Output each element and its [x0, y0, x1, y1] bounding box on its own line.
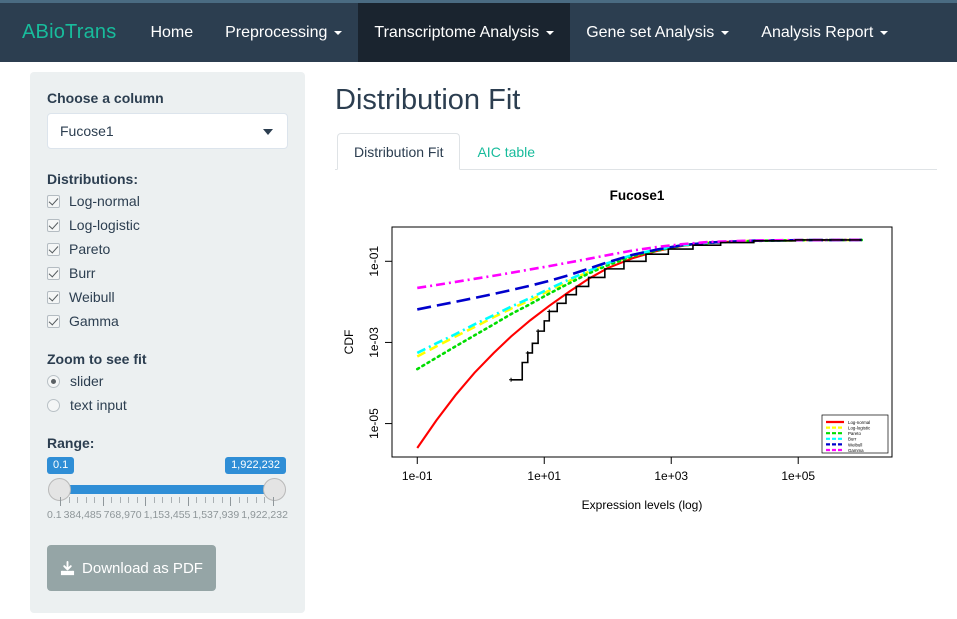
checkbox-log-logistic[interactable]: Log-logistic [47, 217, 288, 233]
chevron-down-icon [334, 30, 343, 35]
svg-text:Pareto: Pareto [848, 431, 861, 436]
checkbox-pareto[interactable]: Pareto [47, 241, 288, 257]
slider-scale-labels: 0.1 384,485 768,970 1,153,455 1,537,939 … [47, 509, 288, 521]
main-content: Distribution Fit Distribution Fit AIC ta… [305, 72, 957, 613]
nav-label: Transcriptome Analysis [374, 23, 540, 41]
scale-tick: 384,485 [63, 509, 102, 521]
download-as-pdf-button[interactable]: Download as PDF [47, 545, 216, 591]
distribution-fit-chart: Fucose1 1e-01 1e+01 1e+03 1e+05 1e-01 1e-03 1e… [337, 182, 937, 562]
checkbox-label: Log-normal [69, 193, 140, 209]
nav-label: Home [150, 23, 194, 41]
radio-slider[interactable]: slider [47, 373, 288, 389]
tab-bar: Distribution Fit AIC table [335, 133, 937, 170]
checkbox-label: Weibull [69, 289, 115, 305]
checkbox-icon [47, 266, 60, 280]
nav-label: Analysis Report [761, 23, 874, 41]
checkbox-label: Burr [69, 265, 96, 281]
range-slider[interactable]: 0.1 1,922,232 0.1 384,485 768,970 1,153,… [47, 457, 288, 531]
page-body: Choose a column Fucose1 Distributions: L… [0, 62, 957, 613]
chevron-down-icon [546, 30, 555, 35]
scale-tick: 768,970 [103, 509, 142, 521]
svg-text:Log-logistic: Log-logistic [848, 426, 871, 431]
nav-label: Gene set Analysis [586, 23, 715, 41]
sidebar-panel: Choose a column Fucose1 Distributions: L… [30, 72, 305, 613]
radio-label: text input [70, 397, 127, 413]
checkbox-icon [47, 218, 60, 232]
svg-text:1e+01: 1e+01 [527, 469, 561, 483]
svg-text:Gamma: Gamma [848, 448, 864, 453]
chevron-down-icon [721, 30, 730, 35]
scale-tick: 0.1 [47, 509, 62, 521]
nav-item-home[interactable]: Home [134, 3, 209, 62]
slider-track[interactable] [60, 485, 274, 494]
svg-text:Log-normal: Log-normal [848, 420, 870, 425]
svg-text:1e+05: 1e+05 [781, 469, 815, 483]
svg-text:Expression levels (log): Expression levels (log) [582, 498, 703, 512]
radio-selected-icon [47, 374, 60, 388]
nav-item-transcriptome-analysis[interactable]: Transcriptome Analysis [358, 3, 571, 62]
download-button-label: Download as PDF [82, 559, 203, 577]
checkbox-label: Gamma [69, 313, 119, 329]
svg-text:1e-01: 1e-01 [402, 469, 433, 483]
checkbox-gamma[interactable]: Gamma [47, 313, 288, 329]
checkbox-weibull[interactable]: Weibull [47, 289, 288, 305]
scale-tick: 1,153,455 [143, 509, 191, 521]
radio-text-input[interactable]: text input [47, 397, 288, 413]
checkbox-icon [47, 194, 60, 208]
chevron-down-icon [880, 30, 889, 35]
main-navbar: ABioTrans Home Preprocessing Transcripto… [0, 0, 957, 62]
zoom-to-see-fit-label: Zoom to see fit [47, 351, 147, 367]
checkbox-icon [47, 242, 60, 256]
tab-aic-table[interactable]: AIC table [460, 133, 552, 170]
tab-label: AIC table [477, 144, 536, 160]
download-icon [60, 560, 75, 575]
nav-item-analysis-report[interactable]: Analysis Report [745, 3, 904, 62]
checkbox-burr[interactable]: Burr [47, 265, 288, 281]
scale-tick: 1,922,232 [241, 509, 288, 521]
column-select-value: Fucose1 [60, 123, 114, 139]
svg-text:1e+03: 1e+03 [654, 469, 688, 483]
checkbox-icon [47, 314, 60, 328]
checkbox-log-normal[interactable]: Log-normal [47, 193, 288, 209]
column-select[interactable]: Fucose1 [47, 113, 288, 149]
svg-text:1e-01: 1e-01 [367, 246, 381, 277]
radio-label: slider [70, 373, 104, 389]
radio-unselected-icon [47, 398, 60, 412]
app-brand[interactable]: ABioTrans [0, 3, 134, 62]
page-title: Distribution Fit [335, 84, 521, 116]
range-label: Range: [47, 435, 95, 451]
svg-text:1e-05: 1e-05 [367, 408, 381, 439]
svg-text:Weibull: Weibull [848, 442, 862, 447]
nav-label: Preprocessing [225, 23, 328, 41]
slider-ticks [60, 497, 274, 506]
distributions-label: Distributions: [47, 171, 138, 187]
svg-text:CDF: CDF [342, 330, 356, 355]
range-max-bubble: 1,922,232 [225, 457, 286, 474]
nav-item-preprocessing[interactable]: Preprocessing [209, 3, 358, 62]
checkbox-label: Log-logistic [69, 217, 140, 233]
nav-item-gene-set-analysis[interactable]: Gene set Analysis [570, 3, 745, 62]
chevron-down-icon [263, 129, 273, 135]
checkbox-icon [47, 290, 60, 304]
choose-column-label: Choose a column [47, 90, 164, 106]
chart-canvas: 1e-01 1e+01 1e+03 1e+05 1e-01 1e-03 1e-05 Expre… [342, 226, 893, 512]
tab-label: Distribution Fit [354, 144, 444, 160]
svg-text:Burr: Burr [848, 437, 857, 442]
scale-tick: 1,537,939 [192, 509, 240, 521]
svg-text:1e-03: 1e-03 [367, 327, 381, 358]
range-min-bubble: 0.1 [47, 457, 75, 474]
tab-distribution-fit[interactable]: Distribution Fit [337, 133, 461, 170]
checkbox-label: Pareto [69, 241, 111, 257]
